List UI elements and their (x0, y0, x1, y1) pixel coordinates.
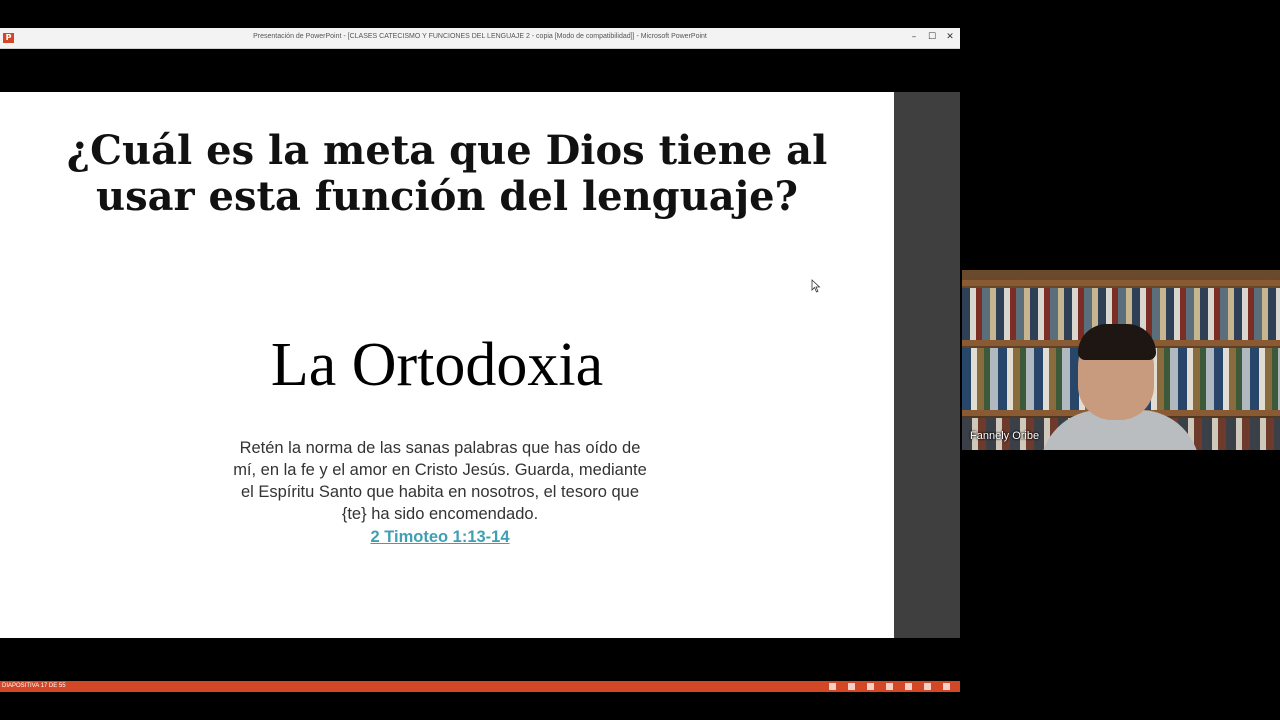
mouse-cursor-icon (811, 279, 821, 293)
bookshelf (962, 280, 1280, 286)
bible-verse: Retén la norma de las sanas palabras que… (200, 437, 680, 548)
zoom-icon[interactable] (943, 683, 950, 690)
status-bar-icons (829, 683, 950, 690)
minimize-button[interactable]: – (908, 31, 920, 43)
maximize-button[interactable]: ☐ (926, 31, 938, 43)
participant-name: Fannely Oribe (970, 430, 1040, 442)
normal-view-icon[interactable] (867, 683, 874, 690)
verse-reference-link[interactable]: 2 Timoteo 1:13-14 (370, 526, 509, 548)
comments-icon[interactable] (848, 683, 855, 690)
close-button[interactable]: ✕ (944, 31, 956, 43)
slide-counter: DIAPOSITIVA 17 DE 55 (2, 683, 66, 689)
window-controls: – ☐ ✕ (908, 31, 956, 43)
title-bar[interactable]: P Presentación de PowerPoint - [CLASES C… (0, 28, 960, 49)
powerpoint-window: P Presentación de PowerPoint - [CLASES C… (0, 0, 960, 720)
window-title: Presentación de PowerPoint - [CLASES CAT… (253, 33, 707, 40)
notes-icon[interactable] (829, 683, 836, 690)
slide-gutter (894, 92, 960, 638)
slide-sorter-icon[interactable] (886, 683, 893, 690)
slideshow-icon[interactable] (924, 683, 931, 690)
slide-heading: La Ortodoxia (270, 331, 604, 399)
slide-title-line-1: ¿Cuál es la meta que Dios tiene al (66, 127, 828, 174)
status-bar: DIAPOSITIVA 17 DE 55 (0, 681, 960, 692)
verse-line: Retén la norma de las sanas palabras que… (239, 439, 641, 457)
slide-title-line-2: usar esta función del lenguaje? (95, 173, 798, 220)
slide-title: ¿Cuál es la meta que Dios tiene al usar … (0, 128, 894, 220)
reading-view-icon[interactable] (905, 683, 912, 690)
verse-line: mí, en la fe y el amor en Cristo Jesús. … (233, 461, 647, 479)
verse-line: el Espíritu Santo que habita en nosotros… (240, 483, 640, 501)
verse-line: {te} ha sido encomendado. (341, 505, 539, 523)
participant-hair (1078, 324, 1156, 360)
webcam-video[interactable]: Fannely Oribe (962, 270, 1280, 450)
